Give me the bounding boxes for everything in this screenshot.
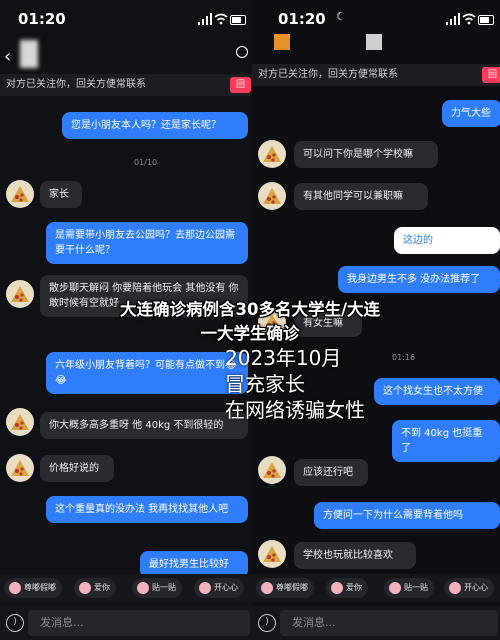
message-input[interactable]: 发消息... bbox=[280, 610, 498, 636]
message-out: 您是小朋友本人吗？还是家长呢？ bbox=[62, 112, 248, 139]
quick-reply-chip[interactable]: 爱你 bbox=[74, 578, 116, 598]
timestamp: 01/10 bbox=[134, 158, 158, 167]
status-time: 01:20 bbox=[18, 10, 66, 28]
input-row: ) 发消息... bbox=[0, 606, 252, 640]
message-out: 我身边男生不多 没办法推荐了 bbox=[338, 266, 500, 293]
pizza-avatar-icon bbox=[11, 414, 29, 430]
signal-icon bbox=[446, 13, 460, 25]
emoji-icon bbox=[137, 582, 149, 594]
news-headline-line2: 一大学生确诊 bbox=[200, 324, 300, 343]
contact-avatar-redacted bbox=[274, 34, 290, 50]
message-in: 有其他同学可以兼职嘛 bbox=[294, 183, 428, 210]
quick-reply-chip[interactable]: 爱你 bbox=[326, 578, 368, 598]
contact-avatar[interactable] bbox=[6, 180, 34, 208]
emoji-icon bbox=[9, 582, 21, 594]
follow-notice-text: 对方已关注你，回关方便常联系 bbox=[6, 79, 146, 90]
watermark-caption: 冒充家长 bbox=[225, 372, 305, 396]
message-out: 力气大些 bbox=[442, 100, 500, 127]
quick-reply-chip[interactable]: 贴一贴 bbox=[384, 578, 434, 598]
emoji-icon bbox=[79, 582, 91, 594]
message-in: 价格好说的 bbox=[40, 455, 114, 482]
back-icon[interactable]: ‹ bbox=[4, 46, 11, 67]
follow-back-button[interactable]: 回 bbox=[482, 67, 500, 83]
quick-reply-chip[interactable]: 尊嘟假嘟 bbox=[256, 578, 314, 598]
message-in: 应该还行吧 bbox=[294, 459, 368, 486]
status-bar: 01:20 ☾ bbox=[278, 6, 496, 30]
voice-icon[interactable]: ) bbox=[258, 614, 276, 632]
emoji-icon bbox=[331, 582, 343, 594]
message-in: 学校也玩就比较喜欢 bbox=[294, 542, 416, 569]
pizza-avatar-icon bbox=[263, 462, 281, 478]
emoji-icon bbox=[261, 582, 273, 594]
quick-reply-bar: 尊嘟假嘟 爱你 贴一贴 开心心 bbox=[252, 574, 500, 602]
follow-notice: 对方已关注你，回关方便常联系 回 bbox=[0, 74, 252, 96]
watermark-date: 2023年10月 bbox=[225, 346, 342, 370]
message-input[interactable]: 发消息... bbox=[28, 610, 250, 636]
message-out: 这边的 bbox=[394, 227, 500, 254]
emoji-icon bbox=[449, 582, 461, 594]
battery-icon bbox=[478, 15, 494, 25]
contact-avatar[interactable] bbox=[6, 454, 34, 482]
pizza-avatar-icon bbox=[11, 460, 29, 476]
message-in: 你大概多高多重呀 他 40kg 不到很轻的 bbox=[40, 412, 248, 439]
contact-avatar[interactable] bbox=[258, 456, 286, 484]
wifi-icon bbox=[462, 13, 476, 25]
contact-avatar[interactable] bbox=[258, 540, 286, 568]
contact-name-redacted bbox=[366, 34, 382, 50]
quick-reply-chip[interactable]: 贴一贴 bbox=[132, 578, 182, 598]
follow-back-button[interactable]: 回 bbox=[230, 77, 252, 93]
quick-reply-chip[interactable]: 开心心 bbox=[194, 578, 244, 598]
emoji-icon bbox=[199, 582, 211, 594]
battery-icon bbox=[230, 15, 246, 25]
follow-notice: 对方已关注你，回关方便常联系 回 bbox=[252, 64, 500, 86]
contact-avatar-redacted bbox=[20, 40, 38, 68]
pizza-avatar-icon bbox=[263, 146, 281, 162]
pizza-avatar-icon bbox=[263, 188, 281, 204]
contact-avatar[interactable] bbox=[258, 140, 286, 168]
signal-icon bbox=[198, 13, 212, 25]
message-out: 是需要带小朋友去公园吗？去那边公园需要干什么呢？ bbox=[46, 222, 248, 264]
contact-avatar[interactable] bbox=[6, 408, 34, 436]
settings-icon[interactable] bbox=[236, 46, 248, 58]
status-icons bbox=[198, 13, 246, 25]
pizza-avatar-icon bbox=[263, 546, 281, 562]
message-in: 家长 bbox=[40, 181, 82, 208]
status-time: 01:20 bbox=[278, 10, 326, 28]
emoji-icon bbox=[389, 582, 401, 594]
message-out: 方便问一下为什么需要背着他吗 bbox=[314, 502, 500, 529]
message-out: 六年级小朋友背着吗？可能有点做不到😂😂 bbox=[46, 352, 248, 394]
follow-notice-text: 对方已关注你，回关方便常联系 bbox=[258, 69, 398, 80]
status-icons bbox=[446, 13, 494, 25]
message-out: 这个重量真的没办法 我再找找其他人吧 bbox=[46, 496, 248, 523]
contact-avatar[interactable] bbox=[258, 182, 286, 210]
message-in: 可以问下你是哪个学校嘛 bbox=[294, 141, 438, 168]
pizza-avatar-icon bbox=[11, 186, 29, 202]
wifi-icon bbox=[214, 13, 228, 25]
voice-icon[interactable]: ) bbox=[6, 614, 24, 632]
quick-reply-chip[interactable]: 开心心 bbox=[444, 578, 494, 598]
moon-icon: ☾ bbox=[336, 10, 346, 23]
quick-reply-bar: 尊嘟假嘟 爱你 贴一贴 开心心 bbox=[0, 574, 252, 602]
status-bar: 01:20 bbox=[18, 6, 248, 30]
input-row: ) 发消息... bbox=[252, 606, 500, 640]
watermark-caption: 在网络诱骗女性 bbox=[225, 398, 365, 422]
quick-reply-chip[interactable]: 尊嘟假嘟 bbox=[4, 578, 62, 598]
news-headline-line1: 大连确诊病例含30多名大学生/大连 bbox=[120, 300, 380, 319]
message-out: 不到 40kg 也挺重了 bbox=[392, 420, 500, 462]
